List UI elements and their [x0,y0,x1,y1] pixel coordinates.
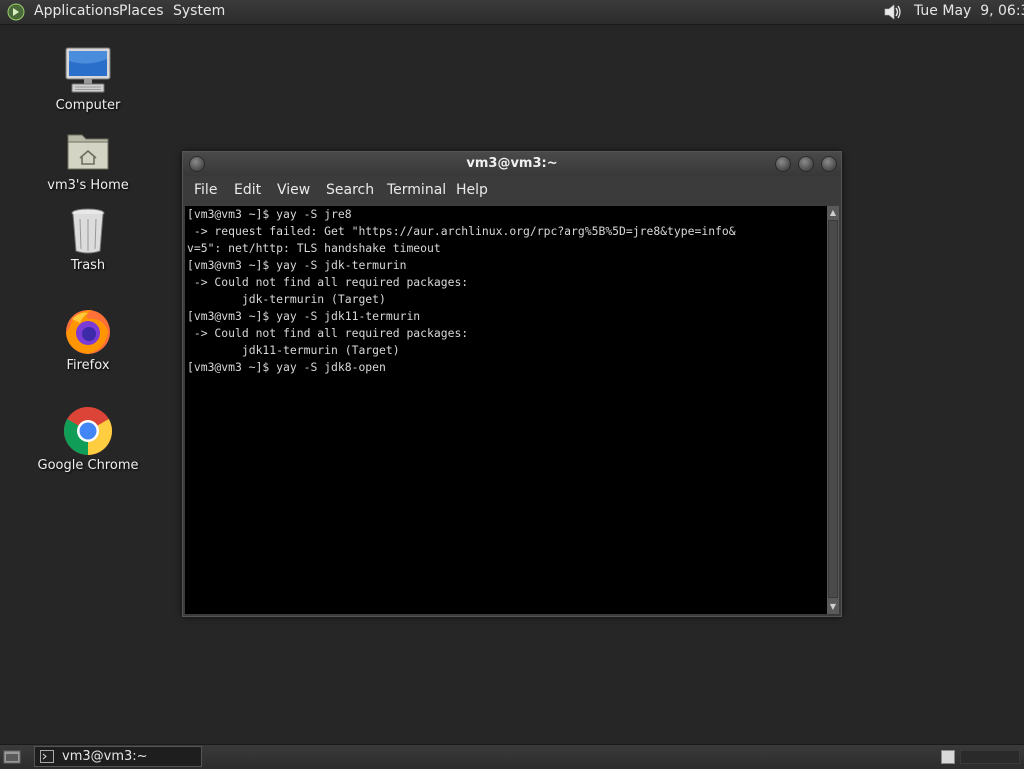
menu-terminal[interactable]: Terminal [387,182,446,198]
top-panel: Applications Places System Tue May 9, 06… [0,0,1024,25]
desktop-icon-label: Trash [70,258,106,273]
menu-search[interactable]: Search [326,182,374,198]
desktop-icon-chrome[interactable]: Google Chrome [33,405,143,473]
workspace-switcher[interactable] [960,750,1020,764]
maximize-button[interactable] [798,156,814,172]
menu-edit[interactable]: Edit [234,182,261,198]
menu-file[interactable]: File [194,182,217,198]
terminal-text[interactable]: [vm3@vm3 ~]$ yay -S jre8 -> request fail… [187,206,736,376]
terminal-window[interactable]: vm3@vm3:~ File Edit View Search Terminal… [182,151,842,617]
firefox-icon [66,310,110,354]
distro-logo-icon[interactable] [7,3,25,21]
scroll-down-arrow[interactable]: ▼ [827,601,839,613]
show-desktop-icon[interactable] [3,749,21,765]
terminal-menubar: File Edit View Search Terminal Help [183,176,841,204]
minimize-button[interactable] [775,156,791,172]
trash-icon [71,208,105,254]
terminal-output[interactable]: [vm3@vm3 ~]$ yay -S jre8 -> request fail… [185,206,827,614]
window-titlebar[interactable]: vm3@vm3:~ [183,152,841,176]
menu-view[interactable]: View [277,182,310,198]
speaker-icon[interactable] [882,2,904,22]
menu-help[interactable]: Help [456,182,488,198]
places-menu[interactable]: Places [119,2,164,20]
terminal-icon [40,750,54,763]
scrollbar-thumb[interactable] [828,220,838,598]
applications-menu[interactable]: Applications [34,2,120,20]
bottom-panel: vm3@vm3:~ [0,744,1024,769]
desktop-icon-label: Google Chrome [37,458,139,473]
computer-icon [65,47,111,93]
home-folder-icon [67,134,109,170]
taskbar-label: vm3@vm3:~ [62,749,148,764]
system-menu[interactable]: System [173,2,225,20]
desktop-icon-home[interactable]: vm3's Home [33,125,143,193]
desktop-icon-label: Computer [55,98,121,113]
scroll-up-arrow[interactable]: ▲ [827,207,839,219]
desktop-icon-label: vm3's Home [47,178,129,193]
close-button[interactable] [821,156,837,172]
vertical-scrollbar[interactable]: ▲ ▼ [827,206,839,614]
desktop-icon-label: Firefox [66,358,110,373]
window-title: vm3@vm3:~ [466,156,558,171]
workspace-1[interactable] [941,750,955,764]
desktop-icon-computer[interactable]: Computer [33,45,143,113]
desktop-icon-trash[interactable]: Trash [33,205,143,273]
taskbar-terminal-button[interactable]: vm3@vm3:~ [34,746,202,767]
chrome-icon [63,407,113,455]
clock[interactable]: Tue May 9, 06:30 [914,2,1024,20]
desktop-icon-firefox[interactable]: Firefox [33,305,143,373]
